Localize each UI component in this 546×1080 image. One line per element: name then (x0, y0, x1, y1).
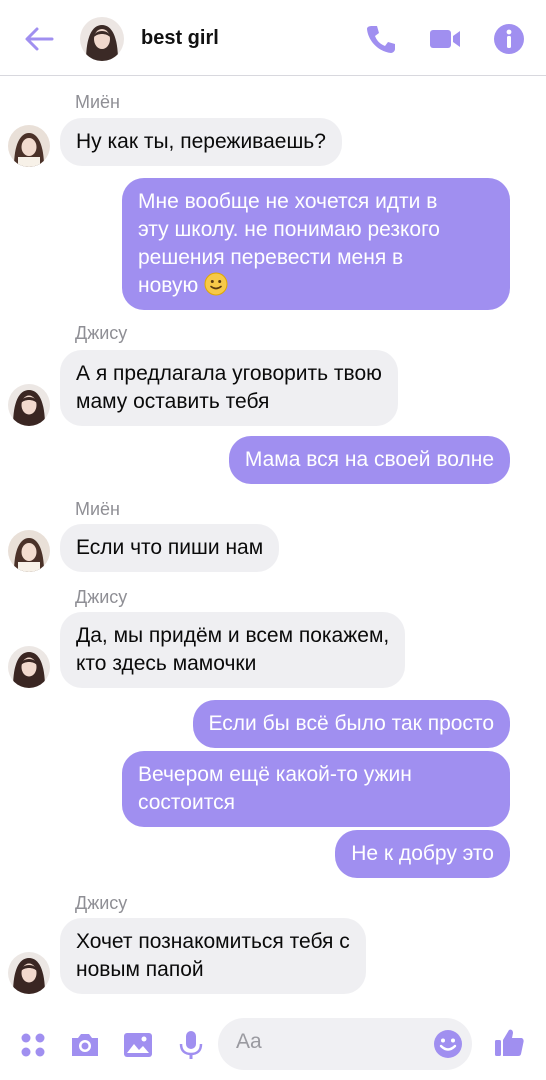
image-icon[interactable] (121, 1028, 155, 1062)
message-input[interactable] (236, 1030, 416, 1054)
sender-avatar[interactable] (8, 646, 50, 688)
composer-bar (0, 1010, 546, 1080)
incoming-message[interactable]: Ну как ты, переживаешь? (60, 118, 342, 166)
emoji-icon[interactable] (432, 1028, 464, 1060)
sender-name: Джису (75, 323, 128, 343)
sender-avatar[interactable] (8, 952, 50, 994)
incoming-message[interactable]: А я предлагала уговорить твою маму остав… (60, 350, 398, 426)
message-text: Мне вообще не хочется идти в эту школу. … (138, 190, 440, 297)
sender-avatar[interactable] (8, 530, 50, 572)
phone-icon[interactable] (364, 22, 398, 56)
chat-title[interactable]: best girl (141, 27, 219, 50)
video-camera-icon[interactable] (428, 22, 462, 56)
grid-dots-icon[interactable] (16, 1028, 50, 1062)
camera-icon[interactable] (68, 1028, 102, 1062)
incoming-message[interactable]: Хочет познакомиться тебя с новым папой (60, 918, 366, 994)
chat-header: best girl (0, 0, 546, 76)
sender-name: Миён (75, 92, 120, 112)
sender-avatar[interactable] (8, 125, 50, 167)
contact-avatar[interactable] (80, 17, 124, 61)
incoming-message[interactable]: Да, мы придём и всем покажем, кто здесь … (60, 612, 406, 688)
outgoing-message[interactable]: Если бы всё было так просто (192, 700, 510, 748)
thumbs-up-icon[interactable] (492, 1026, 526, 1060)
microphone-icon[interactable] (174, 1028, 208, 1062)
outgoing-message[interactable]: Не к добру это (335, 830, 510, 878)
sender-avatar[interactable] (8, 384, 50, 426)
info-icon[interactable] (492, 22, 526, 56)
incoming-message[interactable]: Если что пиши нам (60, 524, 280, 572)
arrow-left-icon[interactable] (22, 22, 56, 56)
outgoing-message[interactable]: Мама вся на своей волне (228, 436, 510, 484)
slightly-smiling-face-icon (204, 272, 228, 296)
outgoing-message[interactable]: Вечером ещё какой-то ужин состоится (122, 751, 510, 827)
outgoing-message[interactable]: Мне вообще не хочется идти в эту школу. … (122, 178, 510, 310)
sender-name: Джису (75, 893, 128, 913)
sender-name: Джису (75, 587, 128, 607)
sender-name: Миён (75, 499, 120, 519)
message-composer (218, 1018, 472, 1070)
